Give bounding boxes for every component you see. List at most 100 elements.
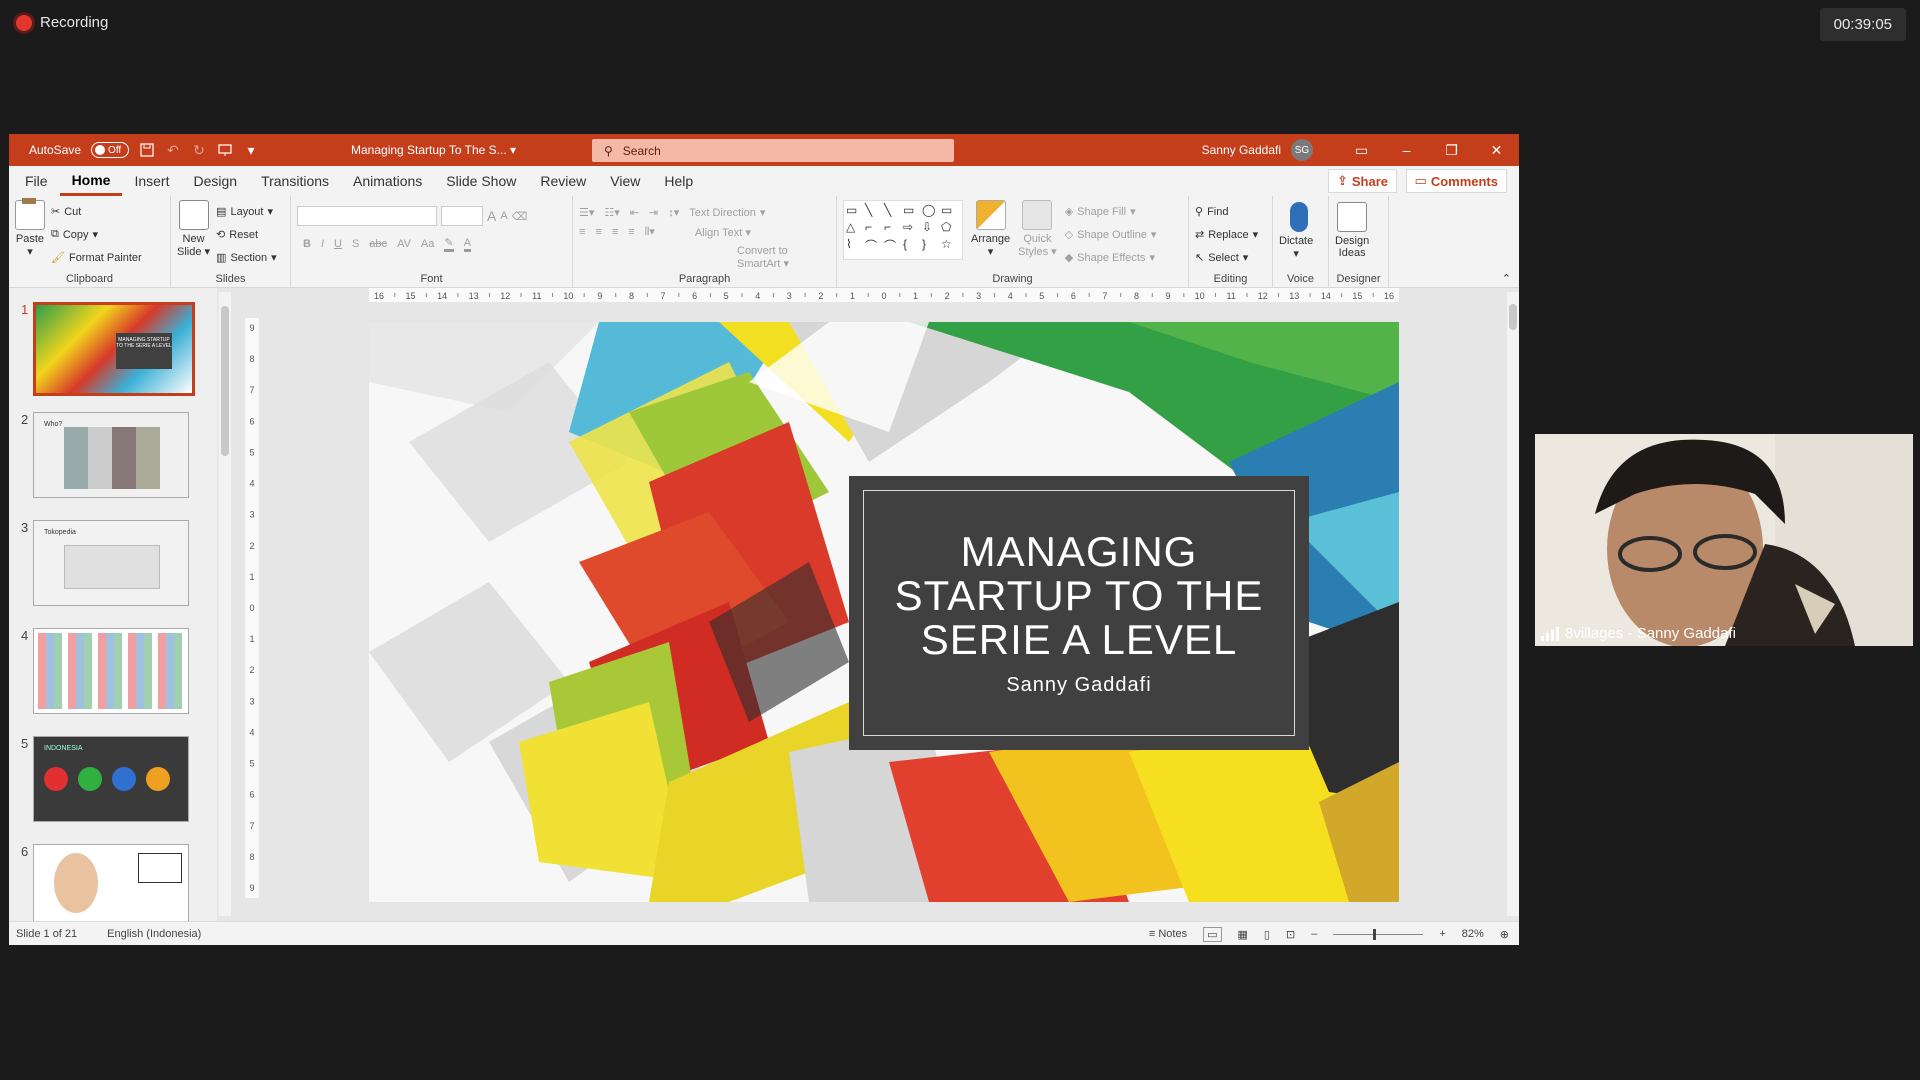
align-right-icon[interactable]: ≡: [612, 226, 618, 238]
tab-design[interactable]: Design: [181, 166, 249, 196]
line-spacing-icon[interactable]: ↕▾: [668, 206, 679, 219]
text-direction-button[interactable]: Text Direction ▾: [689, 206, 765, 220]
zoom-out-icon[interactable]: –: [1311, 928, 1317, 940]
shape-fill-button[interactable]: ◈ Shape Fill ▾: [1065, 200, 1157, 223]
avatar[interactable]: SG: [1291, 139, 1313, 161]
tab-view[interactable]: View: [598, 166, 652, 196]
align-center-icon[interactable]: ≡: [595, 226, 601, 238]
font-increase-button[interactable]: A: [487, 208, 496, 224]
thumbnail-row[interactable]: 4: [9, 628, 189, 714]
participant-video[interactable]: 8villages - Sanny Gaddafi: [1535, 434, 1913, 646]
font-color-button[interactable]: A: [463, 237, 471, 252]
customize-toolbar-icon[interactable]: ▾: [243, 142, 259, 158]
bold-button[interactable]: B: [303, 238, 311, 250]
thumbnail-number: 6: [21, 844, 29, 859]
shape-outline-button[interactable]: ◇ Shape Outline ▾: [1065, 223, 1157, 246]
tab-slide-show[interactable]: Slide Show: [434, 166, 528, 196]
paste-button[interactable]: Paste ▾: [15, 198, 45, 269]
new-slide-button[interactable]: New Slide ▾: [177, 200, 210, 269]
font-decrease-button[interactable]: A: [500, 210, 507, 222]
search-box[interactable]: ⚲ Search: [592, 139, 954, 162]
copy-button[interactable]: ⧉ Copy ▾: [51, 223, 142, 246]
thumbnail-row[interactable]: 2 Who?: [9, 412, 189, 498]
align-left-icon[interactable]: ≡: [579, 226, 585, 238]
design-ideas-button[interactable]: Design Ideas: [1335, 202, 1369, 259]
clear-format-icon[interactable]: ⌫: [512, 210, 528, 223]
collapse-ribbon-icon[interactable]: ⌃: [1502, 272, 1511, 285]
autosave-toggle[interactable]: Off: [91, 142, 130, 158]
slide-canvas[interactable]: MANAGING STARTUP TO THE SERIE A LEVEL Sa…: [369, 322, 1399, 902]
tab-animations[interactable]: Animations: [341, 166, 434, 196]
slideshow-icon[interactable]: ⊡: [1286, 928, 1295, 941]
tab-review[interactable]: Review: [528, 166, 598, 196]
ribbon-display-icon[interactable]: ▭: [1339, 134, 1384, 166]
thumbnail-row[interactable]: 1 MANAGING STARTUP TO THE SERIE A LEVEL: [9, 302, 195, 396]
slide-sorter-icon[interactable]: ▦: [1238, 928, 1248, 941]
columns-icon[interactable]: ⫴▾: [645, 225, 655, 239]
notes-button[interactable]: ≡ Notes: [1149, 928, 1187, 940]
align-text-button[interactable]: Align Text ▾: [695, 226, 751, 239]
cut-button[interactable]: ✂ Cut: [51, 200, 142, 223]
dictate-button[interactable]: Dictate ▾: [1279, 202, 1313, 260]
restore-icon[interactable]: ❐: [1429, 134, 1474, 166]
strike-icon[interactable]: abc: [369, 238, 387, 250]
find-button[interactable]: ⚲ Find: [1195, 200, 1266, 223]
case-button[interactable]: Aa: [421, 238, 434, 250]
title-box[interactable]: MANAGING STARTUP TO THE SERIE A LEVEL Sa…: [849, 476, 1309, 750]
minimize-icon[interactable]: –: [1384, 134, 1429, 166]
arrange-button[interactable]: Arrange ▾: [971, 200, 1010, 269]
share-button[interactable]: ⇪ Share: [1327, 169, 1397, 193]
shapes-gallery[interactable]: ▭ ╲ ╲ ▭ ◯ ▭ △ ⌐ ⌐ ⇨ ⇩ ⬠ ⌇ ⌒ ⌒{} ☆: [843, 200, 963, 260]
convert-smartart-button[interactable]: Convert to SmartArt ▾: [579, 245, 830, 270]
thumbnail-row[interactable]: 5 INDONESIA: [9, 736, 189, 822]
thumbnail-row[interactable]: 3 Tokopedia: [9, 520, 189, 606]
redo-icon[interactable]: ↻: [191, 142, 207, 158]
title-placeholder[interactable]: MANAGING STARTUP TO THE SERIE A LEVEL Sa…: [863, 490, 1295, 736]
select-button[interactable]: ↖ Select ▾: [1195, 246, 1266, 269]
numbering-icon[interactable]: ☷▾: [604, 206, 619, 219]
language-indicator[interactable]: English (Indonesia): [107, 928, 201, 940]
save-icon[interactable]: [139, 142, 155, 158]
format-painter-button[interactable]: 🖌 Format Painter: [51, 246, 142, 269]
font-size-select[interactable]: [441, 206, 483, 226]
slide-scrollbar[interactable]: [1507, 292, 1519, 916]
ruler-tick-label: 7: [249, 821, 254, 831]
underline-button[interactable]: U: [334, 238, 342, 250]
thumbnails-scrollbar[interactable]: [219, 292, 231, 916]
close-icon[interactable]: ✕: [1474, 134, 1519, 166]
font-name-select[interactable]: [297, 206, 437, 226]
bullets-icon[interactable]: ☰▾: [579, 206, 594, 219]
replace-button[interactable]: ⇄ Replace ▾: [1195, 223, 1266, 246]
recording-label: Recording: [40, 14, 109, 31]
decrease-indent-icon[interactable]: ⇤: [630, 206, 639, 219]
fit-slide-icon[interactable]: ⊕: [1500, 928, 1509, 941]
shape-effects-button[interactable]: ◆ Shape Effects ▾: [1065, 246, 1157, 269]
tab-insert[interactable]: Insert: [122, 166, 181, 196]
zoom-in-icon[interactable]: +: [1439, 928, 1445, 940]
reset-button[interactable]: ⟲ Reset: [216, 223, 277, 246]
thumbnail-row[interactable]: 6: [9, 844, 189, 930]
undo-icon[interactable]: ↶: [165, 142, 181, 158]
tab-home[interactable]: Home: [59, 166, 123, 196]
tab-file[interactable]: File: [13, 166, 60, 196]
shadow-button[interactable]: S: [352, 238, 359, 250]
section-button[interactable]: ▥ Section ▾: [216, 246, 277, 269]
present-icon[interactable]: [217, 142, 233, 158]
zoom-slider[interactable]: [1333, 928, 1424, 940]
document-title[interactable]: Managing Startup To The S... ▾: [351, 143, 516, 157]
user-name[interactable]: Sanny Gaddafi: [1202, 143, 1281, 157]
layout-button[interactable]: ▤ Layout ▾: [216, 200, 277, 223]
tab-transitions[interactable]: Transitions: [249, 166, 341, 196]
highlight-icon[interactable]: ✎: [444, 236, 454, 252]
normal-view-icon[interactable]: ▭: [1203, 926, 1222, 942]
quick-styles-button[interactable]: Quick Styles ▾: [1018, 200, 1057, 269]
justify-icon[interactable]: ≡: [628, 226, 634, 238]
spacing-button[interactable]: AV: [397, 238, 411, 250]
reading-view-icon[interactable]: ▯: [1264, 928, 1270, 941]
comments-button[interactable]: ▭ Comments: [1405, 169, 1507, 193]
zoom-level[interactable]: 82%: [1462, 928, 1484, 940]
italic-button[interactable]: I: [321, 238, 324, 250]
tab-help[interactable]: Help: [652, 166, 705, 196]
increase-indent-icon[interactable]: ⇥: [649, 206, 658, 219]
paragraph-group: ☰▾ ☷▾ ⇤ ⇥ ↕▾ Text Direction ▾ ≡ ≡ ≡ ≡ ⫴▾…: [573, 196, 837, 288]
